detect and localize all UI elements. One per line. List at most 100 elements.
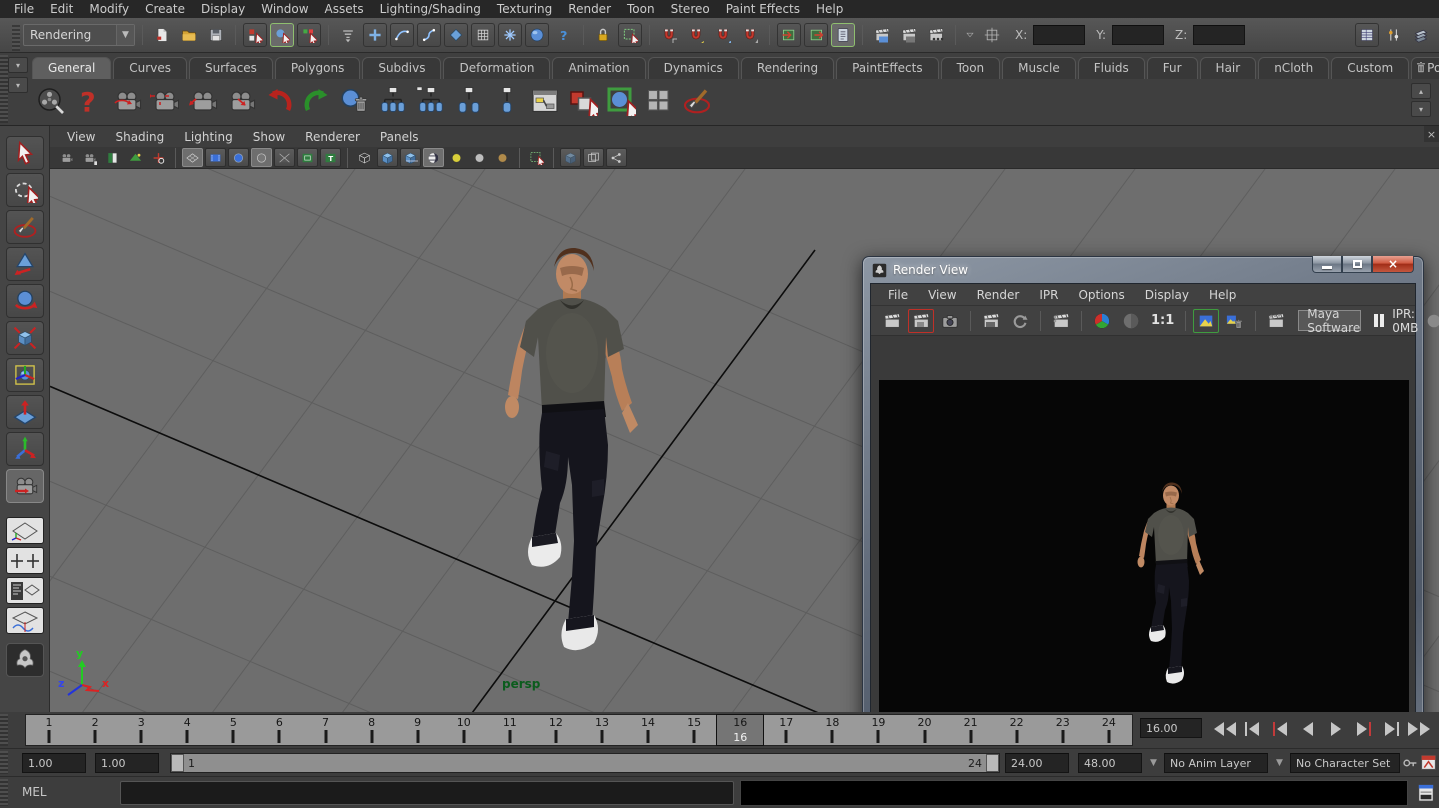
safe-title-icon[interactable]: T <box>320 148 341 167</box>
maya-logo[interactable] <box>6 643 44 677</box>
frame-tick-5[interactable]: 5 <box>210 715 256 745</box>
graph-pane-layout-button[interactable] <box>6 607 44 634</box>
refresh-shading-icon[interactable] <box>1007 309 1033 333</box>
open-scene-icon[interactable] <box>177 23 201 47</box>
shelf-menu-icon[interactable]: ▾ <box>8 77 28 93</box>
group-hierarchy-icon[interactable] <box>376 84 410 118</box>
shelf-tab-surfaces[interactable]: Surfaces <box>189 57 273 79</box>
shelf-tab-toon[interactable]: Toon <box>941 57 1001 79</box>
snap-to-planes-icon[interactable] <box>444 23 468 47</box>
keep-image-icon[interactable] <box>1193 309 1219 333</box>
attribute-editor-icon[interactable] <box>1409 23 1433 47</box>
shelf-tab-fur[interactable]: Fur <box>1147 57 1198 79</box>
shelf-tab-menu-icon[interactable]: ▾ <box>8 57 28 73</box>
x-coordinate-input[interactable] <box>1033 25 1085 45</box>
mel-command-input[interactable] <box>120 781 734 805</box>
menu-edit[interactable]: Edit <box>42 1 81 17</box>
go-to-start-button[interactable] <box>1212 716 1236 742</box>
smooth-shade-mode-icon[interactable] <box>377 148 398 167</box>
coord-mode-icon[interactable] <box>980 23 1004 47</box>
render-view-menu-ipr[interactable]: IPR <box>1030 286 1067 304</box>
range-slider-grip[interactable] <box>0 751 8 774</box>
playback-end-input[interactable] <box>1005 753 1069 773</box>
renderer-selector[interactable]: Maya Software <box>1298 310 1361 331</box>
resolution-gate-icon[interactable] <box>228 148 249 167</box>
select-hierarchy-icon[interactable] <box>243 23 267 47</box>
default-lighting-icon[interactable] <box>446 148 467 167</box>
field-chart-icon[interactable] <box>274 148 295 167</box>
step-back-key-button[interactable] <box>1240 716 1264 742</box>
scene-reel-icon[interactable] <box>34 84 68 118</box>
frame-tick-23[interactable]: 23 <box>1040 715 1086 745</box>
toolbar-grip[interactable] <box>12 23 20 51</box>
tumble-camera-icon[interactable] <box>110 84 144 118</box>
step-forward-frame-button[interactable] <box>1352 716 1376 742</box>
polygon-cubes-icon[interactable] <box>642 84 676 118</box>
select-object-icon[interactable] <box>270 23 294 47</box>
lasso-select-tool[interactable] <box>6 173 44 207</box>
frame-tick-8[interactable]: 8 <box>349 715 395 745</box>
menu-paint-effects[interactable]: Paint Effects <box>718 1 808 17</box>
ungroup-hierarchy-icon[interactable] <box>452 84 486 118</box>
shelf-tab-ncloth[interactable]: nCloth <box>1258 57 1329 79</box>
minimize-button[interactable] <box>1312 256 1342 273</box>
select-tool[interactable] <box>6 136 44 170</box>
new-scene-icon[interactable] <box>150 23 174 47</box>
viewport-menu-shading[interactable]: Shading <box>106 129 173 145</box>
menu-texturing[interactable]: Texturing <box>489 1 560 17</box>
frame-tick-20[interactable]: 20 <box>901 715 947 745</box>
track-camera-icon[interactable] <box>148 84 182 118</box>
output-connections-icon[interactable] <box>804 23 828 47</box>
shelf-tab-polygons[interactable]: Polygons <box>275 57 360 79</box>
command-line-grip[interactable] <box>0 779 8 806</box>
frame-tick-21[interactable]: 21 <box>948 715 994 745</box>
assign-shader-icon[interactable] <box>604 84 638 118</box>
viewport-menu-show[interactable]: Show <box>244 129 294 145</box>
frame-tick-14[interactable]: 14 <box>625 715 671 745</box>
image-plane-icon[interactable] <box>125 148 146 167</box>
construction-history-icon[interactable] <box>525 23 549 47</box>
snap-mode-menu-icon[interactable] <box>336 23 360 47</box>
render-view-menu-view[interactable]: View <box>919 286 965 304</box>
shelf-tab-hair[interactable]: Hair <box>1200 57 1257 79</box>
range-end-handle[interactable] <box>986 754 999 772</box>
frame-tick-22[interactable]: 22 <box>994 715 1040 745</box>
frame-tick-3[interactable]: 3 <box>118 715 164 745</box>
lock-selection-icon[interactable] <box>591 23 615 47</box>
make-live-icon[interactable] <box>471 23 495 47</box>
animation-start-input[interactable] <box>22 753 86 773</box>
menu-display[interactable]: Display <box>193 1 253 17</box>
play-forwards-button[interactable] <box>1324 716 1348 742</box>
frame-tick-24[interactable]: 24 <box>1086 715 1132 745</box>
move-tool[interactable] <box>6 247 44 281</box>
snap-magnet-view-icon[interactable] <box>738 23 762 47</box>
render-view-menu-display[interactable]: Display <box>1136 286 1198 304</box>
viewport-menu-view[interactable]: View <box>58 129 104 145</box>
camera-attributes-icon[interactable] <box>79 148 100 167</box>
step-forward-key-button[interactable] <box>1380 716 1404 742</box>
scale-tool[interactable] <box>6 321 44 355</box>
menu-toon[interactable]: Toon <box>619 1 663 17</box>
command-result-field[interactable] <box>740 780 1408 806</box>
frame-tick-17[interactable]: 17 <box>763 715 809 745</box>
y-coordinate-input[interactable] <box>1112 25 1164 45</box>
ipr-update-circle-icon[interactable] <box>1421 309 1439 333</box>
menu-stereo[interactable]: Stereo <box>663 1 718 17</box>
script-editor-icon[interactable] <box>1417 783 1435 803</box>
playback-start-input[interactable] <box>95 753 159 773</box>
render-view-menu-options[interactable]: Options <box>1069 286 1133 304</box>
menu-set-selector[interactable]: Rendering ▼ <box>23 24 135 46</box>
character-set-dropdown-icon[interactable]: ▼ <box>1276 758 1283 768</box>
menu-help[interactable]: Help <box>808 1 851 17</box>
menu-render[interactable]: Render <box>560 1 619 17</box>
history-list-icon[interactable] <box>831 23 855 47</box>
delete-object-icon[interactable] <box>338 84 372 118</box>
bookmark-icon[interactable] <box>102 148 123 167</box>
redo-previous-render-icon[interactable] <box>879 309 905 333</box>
timeline-ruler[interactable]: 1234567891011121314151616171819202122232… <box>25 714 1133 746</box>
menu-window[interactable]: Window <box>253 1 316 17</box>
safe-action-icon[interactable] <box>297 148 318 167</box>
playback-range-track[interactable]: 1 24 <box>170 753 1000 773</box>
paint-effects-brush-icon[interactable] <box>680 84 714 118</box>
show-manipulator-tool[interactable] <box>6 432 44 466</box>
